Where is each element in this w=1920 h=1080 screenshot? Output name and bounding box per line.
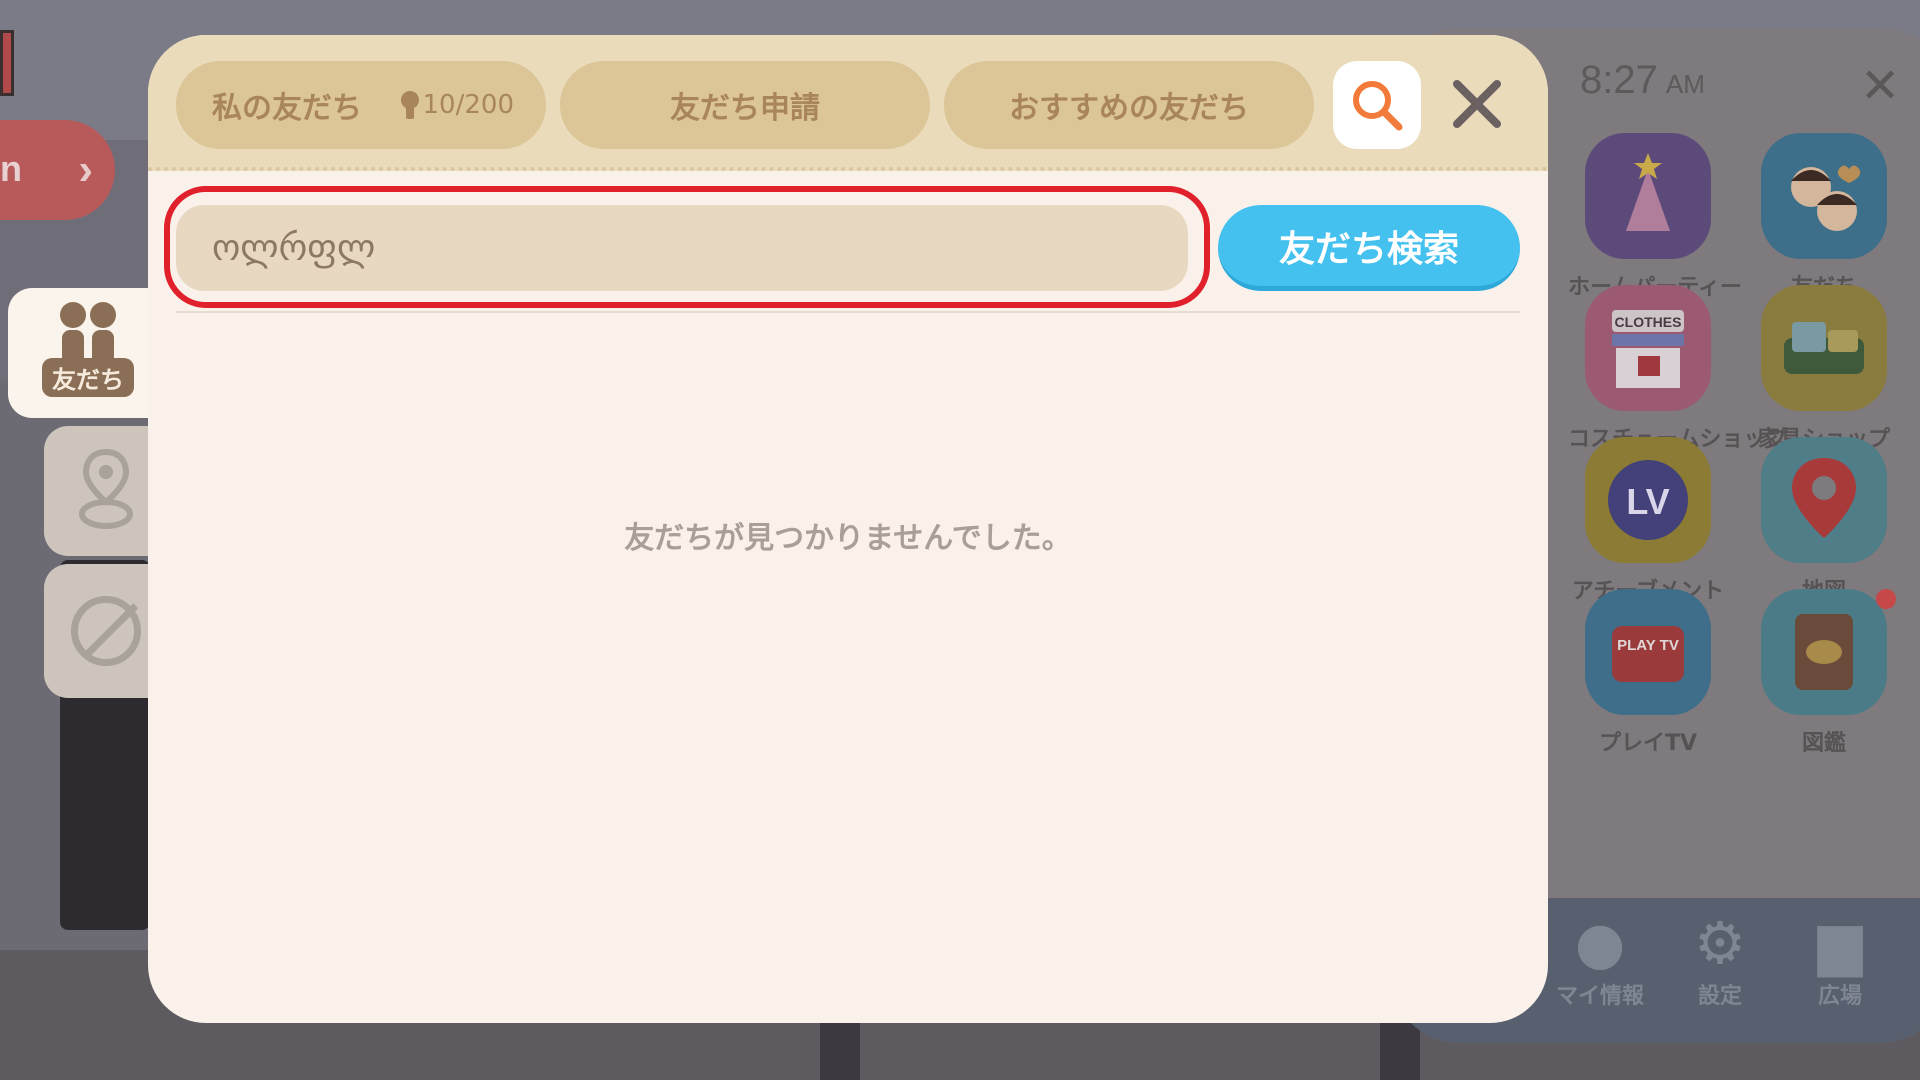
divider — [176, 311, 1520, 313]
party-hat-icon — [1585, 133, 1711, 259]
background-side-button[interactable]: n › — [0, 120, 115, 220]
friend-count: 10/200 — [400, 90, 514, 120]
friend-count-value: 10/200 — [422, 90, 514, 120]
app-home-party[interactable]: ホームパーティー — [1568, 133, 1742, 301]
clock-ampm: AM — [1665, 69, 1705, 99]
app-play-tv[interactable]: PLAY TV プレイTV — [1568, 589, 1728, 757]
dock-label: 広場 — [1817, 984, 1862, 1009]
clock: 8:27 AM — [1580, 58, 1705, 103]
background-post — [820, 1020, 860, 1080]
friend-search-input[interactable] — [176, 205, 1188, 291]
location-pin-icon — [79, 448, 133, 529]
friend-search-button-label: 友だち検索 — [1278, 228, 1459, 270]
play-tv-icon: PLAY TV — [1585, 589, 1711, 715]
app-costume-shop[interactable]: CLOTHES コスチュームショップ — [1568, 285, 1787, 453]
clock-time: 8:27 — [1580, 58, 1658, 102]
app-furniture-shop[interactable]: 家具ショップ — [1744, 285, 1904, 453]
friends-faces-icon — [1761, 133, 1887, 259]
side-tab-friends[interactable]: 友だち — [8, 288, 168, 418]
block-icon — [71, 596, 141, 666]
play-tv-sign-text: PLAY TV — [1617, 637, 1679, 654]
friend-search-button[interactable]: 友だち検索 — [1218, 205, 1520, 291]
tab-recommended-friends[interactable]: おすすめの友だち — [944, 61, 1314, 149]
search-icon — [1353, 81, 1403, 131]
tab-friend-requests[interactable]: 友だち申請 — [560, 61, 930, 149]
clothes-sign-text: CLOTHES — [1615, 314, 1682, 330]
close-icon — [1453, 80, 1501, 128]
app-map[interactable]: 地図 — [1744, 437, 1904, 605]
app-label: プレイTV — [1598, 731, 1698, 756]
notification-dot — [1876, 589, 1896, 609]
map-pin-icon — [1761, 437, 1887, 563]
city-icon: ▆ — [1817, 909, 1863, 977]
dock-settings[interactable]: ⚙ 設定 — [1660, 908, 1780, 1010]
dock-label: 設定 — [1697, 984, 1742, 1009]
dock-label: マイ情報 — [1555, 984, 1644, 1009]
sofa-icon — [1761, 285, 1887, 411]
tab-my-friends-label: 私の友だち — [212, 91, 362, 126]
dock-plaza[interactable]: ▆ 広場 — [1780, 908, 1900, 1010]
app-encyclopedia[interactable]: 図鑑 — [1744, 589, 1904, 757]
level-badge-text: LV — [1626, 481, 1669, 522]
background-post — [1380, 1020, 1420, 1080]
empty-result-message: 友だちが見つかりませんでした。 — [624, 521, 1072, 556]
level-badge-icon: LV — [1585, 437, 1711, 563]
friends-icon — [60, 301, 116, 364]
app-friends[interactable]: 友だち — [1744, 133, 1904, 301]
gear-icon: ⚙ — [1694, 909, 1746, 977]
side-menu-close-icon[interactable]: ✕ — [1860, 58, 1900, 114]
tab-recommended-friends-label: おすすめの友だち — [1009, 91, 1249, 126]
background-edge-tile — [0, 30, 14, 96]
chevron-right-icon: › — [78, 145, 93, 194]
clothes-shop-icon: CLOTHES — [1585, 285, 1711, 411]
side-tab-friends-label: 友だち — [42, 357, 134, 397]
friends-dialog: 私の友だち 10/200 友だち申請 おすすめの友だち ოლრფლ 友だち検索 … — [148, 35, 1548, 1023]
app-label: 図鑑 — [1801, 731, 1846, 756]
dock-my-info[interactable]: ● マイ情報 — [1540, 908, 1660, 1010]
person-count-icon — [400, 91, 419, 119]
tab-my-friends[interactable]: 私の友だち 10/200 — [176, 61, 546, 149]
app-achievement[interactable]: LV アチーブメント — [1568, 437, 1728, 605]
person-icon: ● — [1574, 909, 1626, 977]
tab-friend-requests-label: 友だち申請 — [670, 91, 820, 126]
search-toggle-button[interactable] — [1333, 61, 1421, 149]
side-button-text: n — [0, 148, 22, 189]
dialog-header: 私の友だち 10/200 友だち申請 おすすめの友だち — [148, 35, 1548, 171]
fish-book-icon — [1761, 589, 1887, 715]
close-button[interactable] — [1438, 65, 1516, 143]
